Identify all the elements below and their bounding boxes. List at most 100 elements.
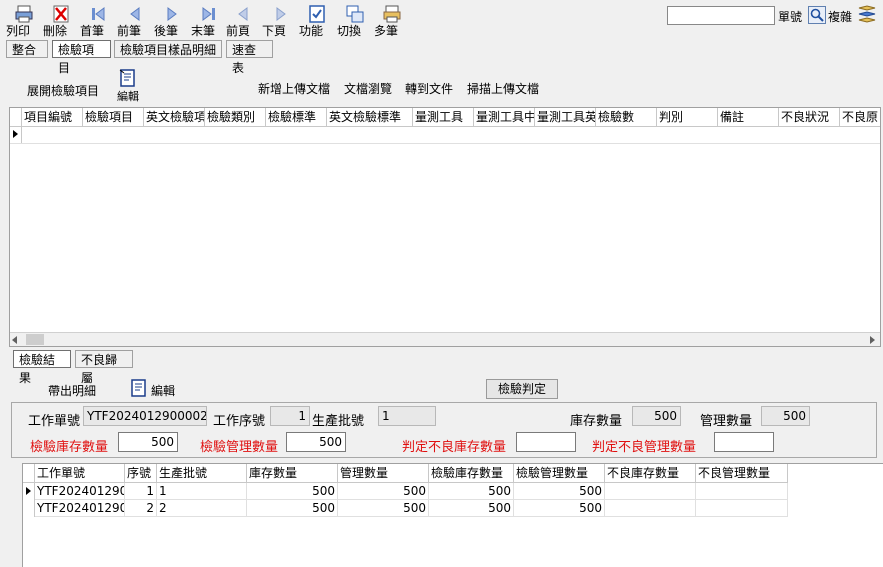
expand-items-button[interactable]: 展開檢驗項目 bbox=[27, 82, 99, 99]
copy-button[interactable] bbox=[856, 4, 878, 26]
stock-qty-field[interactable]: 500 bbox=[632, 406, 681, 426]
tab-quick-lookup[interactable]: 速查表 bbox=[226, 40, 273, 75]
cell-bad-stock-qty[interactable] bbox=[605, 483, 696, 500]
insp-mgmt-qty-input[interactable]: 500 bbox=[286, 432, 346, 452]
next-page-button[interactable]: 下頁 bbox=[262, 2, 298, 38]
edit-result-button[interactable]: 編輯 bbox=[129, 378, 179, 398]
function-button[interactable]: 功能 bbox=[299, 2, 335, 38]
col-defect-status[interactable]: 不良狀況 bbox=[779, 108, 840, 126]
switch-button[interactable]: 切換 bbox=[337, 2, 373, 38]
mgmt-qty-field[interactable]: 500 bbox=[761, 406, 810, 426]
table-row[interactable] bbox=[10, 126, 880, 144]
col-insp-stock-qty[interactable]: 檢驗庫存數量 bbox=[429, 464, 514, 482]
col-insp-mgmt-qty[interactable]: 檢驗管理數量 bbox=[514, 464, 605, 482]
scroll-right-icon[interactable] bbox=[870, 336, 875, 344]
tab-inspection-items[interactable]: 檢驗項目 bbox=[52, 40, 111, 75]
col-bad-stock-qty[interactable]: 不良庫存數量 bbox=[605, 464, 696, 482]
edit-items-button[interactable]: 編輯 bbox=[114, 68, 142, 104]
delete-button[interactable]: 刪除 bbox=[43, 2, 79, 38]
scrollbar-thumb[interactable] bbox=[26, 334, 44, 345]
col-measure-tool[interactable]: 量測工具 bbox=[413, 108, 474, 126]
col-batch[interactable]: 生產批號 bbox=[157, 464, 247, 482]
cell-batch[interactable]: 2 bbox=[157, 500, 247, 517]
batch-field[interactable]: 1 bbox=[378, 406, 436, 426]
col-inspection-standard[interactable]: 檢驗標準 bbox=[266, 108, 327, 126]
cell-seq[interactable]: 2 bbox=[125, 500, 157, 517]
bad-stock-qty-input[interactable] bbox=[516, 432, 576, 452]
edit-items-label: 編輯 bbox=[117, 90, 139, 103]
edit-icon bbox=[119, 69, 135, 87]
table-row[interactable]: YTF20240129000 2 2 500 500 500 500 bbox=[23, 500, 788, 517]
transfer-doc-button[interactable]: 轉到文件 bbox=[405, 80, 453, 97]
col-en-inspection-item[interactable]: 英文檢驗項 bbox=[144, 108, 205, 126]
tab-integrate[interactable]: 整合 bbox=[6, 40, 48, 58]
next-page-icon bbox=[276, 7, 286, 21]
current-row-arrow-icon bbox=[13, 130, 18, 138]
col-inspection-item[interactable]: 檢驗項目 bbox=[83, 108, 144, 126]
cell-mgmt-qty[interactable]: 500 bbox=[338, 500, 429, 517]
bring-details-button[interactable]: 帶出明細 bbox=[48, 382, 96, 399]
col-stock-qty[interactable]: 庫存數量 bbox=[247, 464, 338, 482]
horizontal-scrollbar[interactable] bbox=[10, 332, 880, 346]
tab-item-sample-details[interactable]: 檢驗項目樣品明細 bbox=[114, 40, 222, 58]
col-inspection-count[interactable]: 檢驗數 bbox=[596, 108, 657, 126]
col-defect-cause[interactable]: 不良原 bbox=[840, 108, 880, 126]
search-button[interactable] bbox=[808, 6, 826, 24]
scroll-left-icon[interactable] bbox=[12, 336, 17, 344]
col-en-inspection-standard[interactable]: 英文檢驗標準 bbox=[327, 108, 413, 126]
cell-insp-stock-qty[interactable]: 500 bbox=[429, 500, 514, 517]
col-measure-tool-cn[interactable]: 量測工具中 bbox=[474, 108, 535, 126]
cell-seq[interactable]: 1 bbox=[125, 483, 157, 500]
prev-page-icon bbox=[238, 7, 248, 21]
browse-doc-button[interactable]: 文檔瀏覽 bbox=[344, 80, 392, 97]
col-item-no[interactable]: 項目編號 bbox=[22, 108, 83, 126]
inspection-items-grid[interactable]: 項目編號 檢驗項目 英文檢驗項 檢驗類別 檢驗標準 英文檢驗標準 量測工具 量測… bbox=[9, 107, 881, 347]
order-search-input[interactable] bbox=[667, 6, 775, 25]
prev-page-button[interactable]: 前頁 bbox=[226, 2, 262, 38]
cell-insp-stock-qty[interactable]: 500 bbox=[429, 483, 514, 500]
cell-insp-mgmt-qty[interactable]: 500 bbox=[514, 500, 605, 517]
cell-batch[interactable]: 1 bbox=[157, 483, 247, 500]
cell-insp-mgmt-qty[interactable]: 500 bbox=[514, 483, 605, 500]
add-upload-doc-button[interactable]: 新增上傳文檔 bbox=[258, 80, 330, 97]
work-seq-field[interactable]: 1 bbox=[270, 406, 310, 426]
tab-defect-attribution[interactable]: 不良歸屬 bbox=[75, 350, 133, 385]
bad-stock-qty-label: 判定不良庫存數量 bbox=[402, 440, 507, 455]
switch-view-icon bbox=[346, 5, 364, 23]
col-inspection-category[interactable]: 檢驗類別 bbox=[205, 108, 266, 126]
first-record-button[interactable]: 首筆 bbox=[80, 2, 116, 38]
col-remark[interactable]: 備註 bbox=[718, 108, 779, 126]
cell-stock-qty[interactable]: 500 bbox=[247, 500, 338, 517]
copy-icon bbox=[858, 5, 876, 23]
multi-record-button[interactable]: 多筆 bbox=[374, 2, 410, 38]
scan-upload-doc-button[interactable]: 掃描上傳文檔 bbox=[467, 80, 539, 97]
col-mgmt-qty[interactable]: 管理數量 bbox=[338, 464, 429, 482]
print-button[interactable]: 列印 bbox=[6, 2, 42, 38]
edit-icon bbox=[131, 379, 146, 397]
col-bad-mgmt-qty[interactable]: 不良管理數量 bbox=[696, 464, 788, 482]
first-record-icon bbox=[92, 7, 105, 21]
printer-icon bbox=[15, 5, 33, 23]
cell-bad-stock-qty[interactable] bbox=[605, 500, 696, 517]
col-judgement[interactable]: 判別 bbox=[657, 108, 718, 126]
next-record-button[interactable]: 後筆 bbox=[154, 2, 190, 38]
cell-bad-mgmt-qty[interactable] bbox=[696, 483, 788, 500]
last-record-button[interactable]: 末筆 bbox=[191, 2, 227, 38]
inspection-judge-button[interactable]: 檢驗判定 bbox=[486, 379, 558, 399]
col-measure-tool-en[interactable]: 量測工具英 bbox=[535, 108, 596, 126]
table-row[interactable]: YTF20240129000 1 1 500 500 500 500 bbox=[23, 483, 788, 500]
cell-work-order[interactable]: YTF20240129000 bbox=[35, 500, 125, 517]
cell-stock-qty[interactable]: 500 bbox=[247, 483, 338, 500]
next-record-icon bbox=[167, 7, 177, 21]
col-work-order[interactable]: 工作單號 bbox=[35, 464, 125, 482]
tab-inspection-result[interactable]: 檢驗結果 bbox=[13, 350, 71, 385]
cell-bad-mgmt-qty[interactable] bbox=[696, 500, 788, 517]
bad-mgmt-qty-input[interactable] bbox=[714, 432, 774, 452]
work-order-field[interactable]: YTF2024012900002 bbox=[83, 406, 207, 426]
cell-mgmt-qty[interactable]: 500 bbox=[338, 483, 429, 500]
prev-record-button[interactable]: 前筆 bbox=[117, 2, 153, 38]
insp-stock-qty-input[interactable]: 500 bbox=[118, 432, 178, 452]
cell-work-order[interactable]: YTF20240129000 bbox=[35, 483, 125, 500]
col-seq[interactable]: 序號 bbox=[125, 464, 157, 482]
inspection-result-grid[interactable]: 工作單號 序號 生產批號 庫存數量 管理數量 檢驗庫存數量 檢驗管理數量 不良庫… bbox=[22, 463, 883, 567]
